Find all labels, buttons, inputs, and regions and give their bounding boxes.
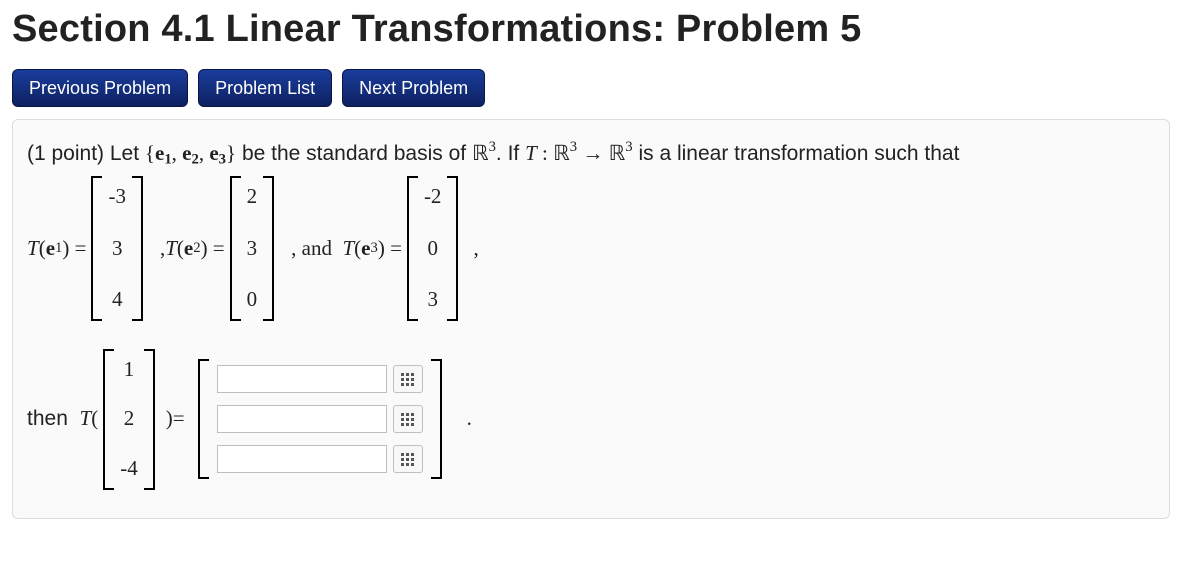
vector-entry: 1 (124, 353, 135, 387)
vector-entry: 2 (124, 402, 135, 436)
real-R-sup: 3 (489, 139, 496, 155)
bracket-left (100, 349, 114, 490)
e-sub: 1 (55, 237, 62, 261)
vector-entry: -3 (108, 180, 126, 214)
brace-open: { (145, 141, 155, 165)
close-paren-eq: )= (166, 402, 185, 436)
e-letter: e (184, 232, 193, 266)
basis-e1-sub: 1 (164, 151, 171, 167)
then-T-label: then T( (27, 402, 98, 436)
T-e3-label: , and T(e3) = (291, 232, 402, 266)
brace-close: } (226, 141, 236, 165)
mid2: . If (496, 142, 525, 165)
basis-e2-sub: 2 (192, 151, 199, 167)
vector-entry: 0 (427, 232, 438, 266)
e-sub: 3 (371, 237, 378, 261)
problem-statement: (1 point) Let {e1, e2, e3} be the standa… (27, 136, 1155, 172)
answer-entry-row (217, 365, 423, 393)
problem-list-button[interactable]: Problem List (198, 69, 332, 107)
points-text: (1 point) Let (27, 142, 145, 165)
basis-e3-sub: 3 (219, 151, 226, 167)
T-e1-label: T(e1) = (27, 232, 86, 266)
basis-e3: e (209, 141, 218, 165)
mid1: be the standard basis of (236, 142, 472, 165)
answer-entry-row (217, 445, 423, 473)
vector-entry: -2 (424, 180, 442, 214)
vector-entry: 0 (247, 283, 258, 317)
equation-editor-button[interactable] (393, 405, 423, 433)
bracket-right (263, 176, 277, 321)
T-letter: T (80, 402, 92, 436)
e-sub: 2 (193, 237, 200, 261)
T-letter: T (342, 232, 354, 266)
previous-problem-button[interactable]: Previous Problem (12, 69, 188, 107)
given-vectors-row: T(e1) = -3 3 4 , T(e2) = 2 3 0 (27, 176, 1155, 321)
vector-entry: 3 (427, 283, 438, 317)
bracket-right (447, 176, 461, 321)
problem-panel: (1 point) Let {e1, e2, e3} be the standa… (12, 119, 1170, 519)
arrow: → (577, 141, 609, 165)
bracket-left (88, 176, 102, 321)
bracket-left (195, 359, 209, 479)
comma: , (473, 232, 478, 266)
paren-close-eq: ) = (201, 232, 225, 266)
T-symbol: T (525, 141, 537, 165)
next-problem-button[interactable]: Next Problem (342, 69, 485, 107)
bracket-left (227, 176, 241, 321)
equation-editor-button[interactable] (393, 365, 423, 393)
answer-entry-row (217, 405, 423, 433)
T-letter: T (165, 232, 177, 266)
T-letter: T (27, 232, 39, 266)
e-letter: e (46, 232, 55, 266)
bracket-right (132, 176, 146, 321)
bracket-right (144, 349, 158, 490)
bracket-right (431, 359, 445, 479)
vector-entry: 3 (112, 232, 123, 266)
answer-input-3[interactable] (217, 445, 387, 473)
basis-e2: e (182, 141, 191, 165)
paren-open: ( (354, 232, 361, 266)
nav-row: Previous Problem Problem List Next Probl… (12, 69, 1170, 107)
T-e2-label: , T(e2) = (160, 232, 225, 266)
answer-vector (195, 359, 445, 479)
grid-icon (401, 373, 414, 386)
paren-open: ( (91, 402, 98, 436)
trailing-comma: , (473, 232, 478, 266)
mid3: is a linear transformation such that (633, 142, 960, 165)
answer-input-1[interactable] (217, 365, 387, 393)
sep: , and (291, 232, 342, 266)
equation-editor-button[interactable] (393, 445, 423, 473)
comma: , (172, 141, 183, 165)
vector-T-e2: 2 3 0 (227, 176, 278, 321)
real-R-codomain: ℝ (609, 141, 626, 165)
answer-row: then T( 1 2 -4 )= (27, 349, 1155, 490)
input-vector: 1 2 -4 (100, 349, 158, 490)
colon: : (537, 141, 553, 165)
real-R: ℝ (472, 141, 489, 165)
grid-icon (401, 413, 414, 426)
vector-entry: -4 (120, 452, 138, 486)
bracket-left (404, 176, 418, 321)
paren-open: ( (177, 232, 184, 266)
paren-close-eq: ) = (378, 232, 402, 266)
trailing-period: . (467, 402, 472, 436)
real-R-domain: ℝ (553, 141, 570, 165)
comma: , (199, 141, 210, 165)
paren-close-eq: )= (166, 402, 185, 436)
vector-entry: 2 (247, 180, 258, 214)
page-title: Section 4.1 Linear Transformations: Prob… (12, 8, 1170, 51)
vector-T-e3: -2 0 3 (404, 176, 462, 321)
period: . (467, 402, 472, 436)
grid-icon (401, 453, 414, 466)
basis-e1: e (155, 141, 164, 165)
e-letter: e (361, 232, 370, 266)
paren-close-eq: ) = (62, 232, 86, 266)
real-R-codomain-sup: 3 (625, 139, 632, 155)
then-text: then (27, 402, 80, 436)
vector-entry: 3 (247, 232, 258, 266)
answer-input-2[interactable] (217, 405, 387, 433)
paren-open: ( (39, 232, 46, 266)
vector-T-e1: -3 3 4 (88, 176, 146, 321)
vector-entry: 4 (112, 283, 123, 317)
